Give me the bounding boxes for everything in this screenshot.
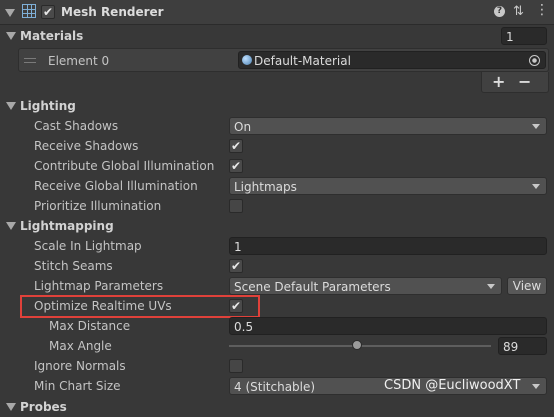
material-element-label: Element 0: [48, 54, 110, 68]
lightmap-params-row: Lightmap Parameters Scene Default Parame…: [0, 276, 554, 296]
cast-shadows-label: Cast Shadows: [34, 119, 119, 133]
prioritize-checkbox[interactable]: [229, 199, 243, 213]
materials-list: Element 0 Default-Material: [18, 48, 549, 72]
presets-icon[interactable]: ⇅: [513, 4, 524, 19]
remove-element-button[interactable]: −: [518, 72, 531, 91]
component-header: ✔ Mesh Renderer ? ⇅ ⋮: [0, 0, 554, 25]
lightmapping-foldout[interactable]: Lightmapping: [0, 216, 554, 236]
max-distance-field[interactable]: 0.5: [229, 317, 547, 335]
max-angle-field[interactable]: 89: [498, 337, 547, 355]
chevron-down-icon: [532, 124, 540, 129]
receive-shadows-label: Receive Shadows: [34, 139, 139, 153]
probes-label: Probes: [20, 400, 67, 414]
stitch-row: Stitch Seams ✔: [0, 256, 554, 276]
min-chart-label: Min Chart Size: [34, 379, 121, 393]
materials-label: Materials: [20, 29, 84, 43]
receive-shadows-row: Receive Shadows ✔: [0, 136, 554, 156]
foldout-arrow-icon[interactable]: [5, 9, 15, 17]
component-enabled-checkbox[interactable]: ✔: [41, 5, 55, 19]
max-angle-slider-thumb[interactable]: [352, 340, 363, 350]
probes-foldout[interactable]: Probes: [0, 397, 554, 417]
cast-shadows-row: Cast Shadows On: [0, 116, 554, 136]
material-sphere-icon: [242, 55, 252, 65]
cast-shadows-dropdown[interactable]: On: [229, 117, 547, 135]
add-element-button[interactable]: +: [492, 72, 505, 91]
ignore-normals-row: Ignore Normals: [0, 356, 554, 376]
max-angle-label: Max Angle: [49, 339, 112, 353]
lighting-foldout[interactable]: Lighting: [0, 96, 554, 116]
max-distance-label: Max Distance: [49, 319, 131, 333]
contribute-gi-row: Contribute Global Illumination ✔: [0, 156, 554, 176]
ignore-normals-label: Ignore Normals: [34, 359, 126, 373]
ignore-normals-checkbox[interactable]: [229, 359, 243, 373]
probes-foldout-arrow-icon[interactable]: [6, 403, 16, 411]
scale-row: Scale In Lightmap 1: [0, 236, 554, 256]
lightmap-params-dropdown[interactable]: Scene Default Parameters: [229, 277, 502, 295]
materials-foldout[interactable]: Materials 1: [0, 26, 554, 46]
materials-foldout-arrow-icon[interactable]: [6, 32, 16, 40]
material-object-field[interactable]: Default-Material: [238, 51, 546, 69]
prioritize-row: Prioritize Illumination: [0, 196, 554, 216]
contribute-gi-checkbox[interactable]: ✔: [229, 159, 243, 173]
scale-field[interactable]: 1: [229, 237, 547, 255]
max-angle-row: Max Angle 89: [0, 336, 554, 356]
highlight-box: [20, 295, 260, 318]
more-options-icon[interactable]: ⋮: [535, 2, 549, 18]
stitch-label: Stitch Seams: [34, 259, 113, 273]
max-distance-row: Max Distance 0.5: [0, 316, 554, 336]
stitch-checkbox[interactable]: ✔: [229, 259, 243, 273]
drag-handle-icon[interactable]: [24, 58, 36, 63]
receive-shadows-checkbox[interactable]: ✔: [229, 139, 243, 153]
lightmapping-foldout-arrow-icon[interactable]: [6, 222, 16, 230]
receive-gi-row: Receive Global Illumination Lightmaps: [0, 176, 554, 196]
object-picker-icon[interactable]: [529, 55, 540, 66]
chevron-down-icon: [487, 284, 495, 289]
receive-gi-label: Receive Global Illumination: [34, 179, 198, 193]
view-button[interactable]: View: [507, 277, 547, 295]
contribute-gi-label: Contribute Global Illumination: [34, 159, 215, 173]
mesh-renderer-icon: [22, 4, 36, 18]
receive-gi-dropdown[interactable]: Lightmaps: [229, 177, 547, 195]
lighting-foldout-arrow-icon[interactable]: [6, 102, 16, 110]
lightmap-params-label: Lightmap Parameters: [34, 279, 164, 293]
lightmapping-label: Lightmapping: [20, 219, 114, 233]
scale-label: Scale In Lightmap: [34, 239, 142, 253]
materials-size-field[interactable]: 1: [501, 27, 547, 45]
lighting-label: Lighting: [20, 99, 76, 113]
chevron-down-icon: [532, 184, 540, 189]
watermark: CSDN @EucliwoodXT: [384, 378, 521, 393]
materials-add-remove-bar: + −: [481, 72, 549, 93]
help-icon[interactable]: ?: [494, 6, 505, 17]
prioritize-label: Prioritize Illumination: [34, 199, 162, 213]
component-title: Mesh Renderer: [61, 5, 164, 19]
chevron-down-icon: [532, 384, 540, 389]
